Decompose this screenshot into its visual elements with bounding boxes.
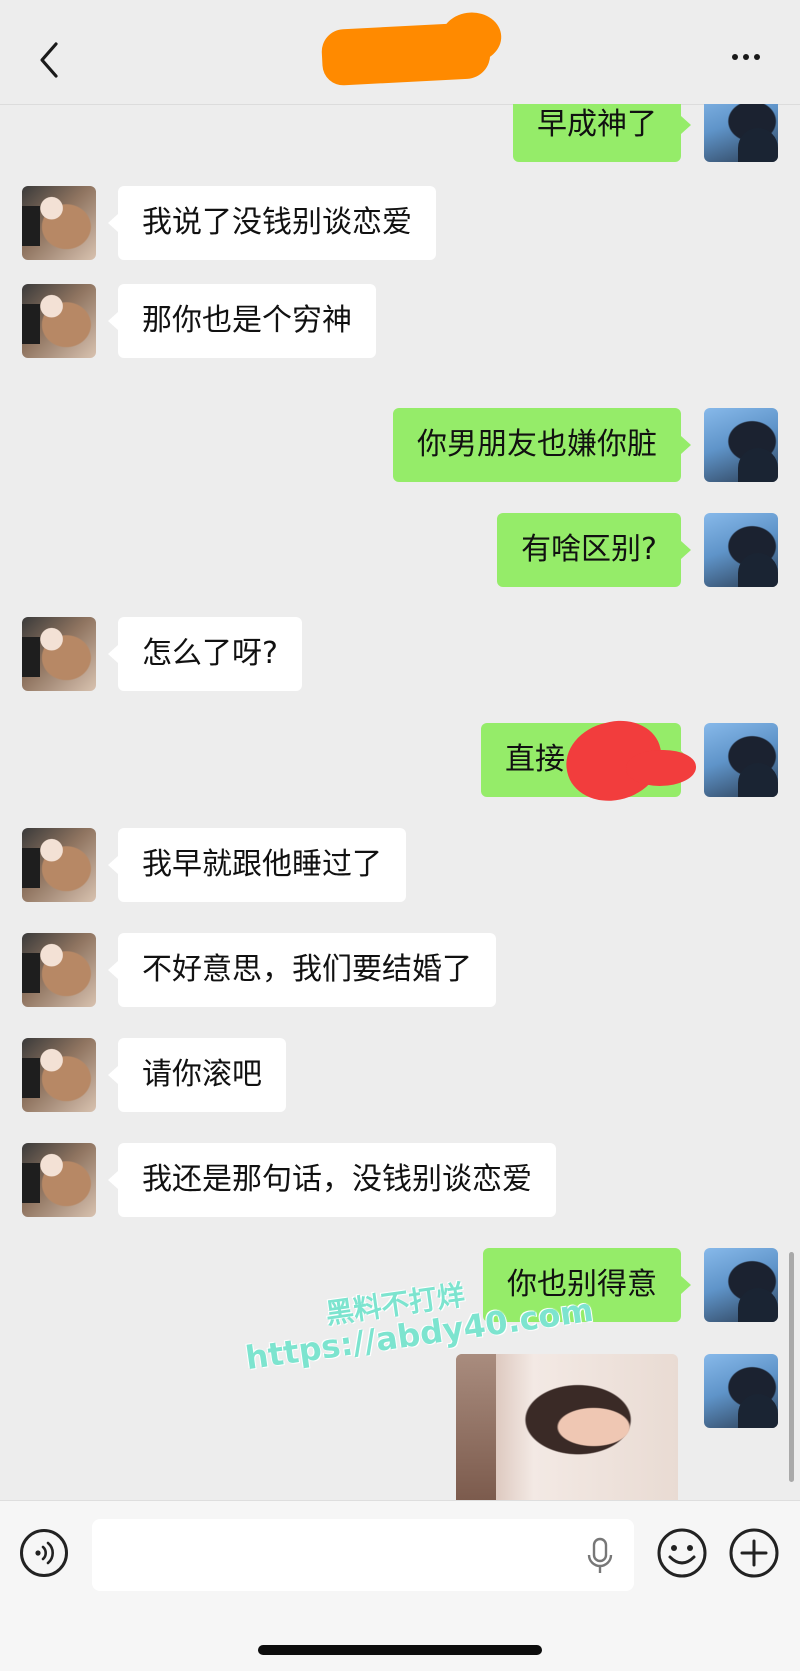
voice-icon <box>35 1541 54 1565</box>
message-bubble-outgoing[interactable]: 你男朋友也嫌你脏 <box>393 408 691 482</box>
my-avatar[interactable] <box>704 723 778 797</box>
more-dots-icon <box>732 54 738 60</box>
plus-icon <box>729 1528 779 1578</box>
emoji-button[interactable] <box>656 1527 708 1579</box>
image-message[interactable] <box>456 1354 678 1500</box>
message-bubble-outgoing[interactable]: 早成神了 <box>513 104 691 162</box>
contact-name-redaction <box>320 21 492 87</box>
my-avatar[interactable] <box>704 513 778 587</box>
chevron-left-icon <box>40 42 58 78</box>
my-avatar[interactable] <box>704 104 778 162</box>
message-input[interactable] <box>92 1519 634 1591</box>
back-button[interactable] <box>30 40 70 80</box>
message-bubble-outgoing[interactable]: 有啥区别? <box>497 513 691 587</box>
contact-avatar[interactable] <box>22 828 96 902</box>
message-bubble-incoming[interactable]: 不好意思，我们要结婚了 <box>108 933 496 1007</box>
contact-avatar[interactable] <box>22 186 96 260</box>
more-actions-button[interactable] <box>728 1527 780 1579</box>
contact-avatar[interactable] <box>22 1038 96 1112</box>
contact-avatar[interactable] <box>22 617 96 691</box>
message-bubble-incoming[interactable]: 请你滚吧 <box>108 1038 286 1112</box>
contact-avatar[interactable] <box>22 933 96 1007</box>
my-avatar[interactable] <box>704 1248 778 1322</box>
voice-toggle-button[interactable] <box>20 1529 68 1577</box>
contact-avatar[interactable] <box>22 1143 96 1217</box>
message-bubble-incoming[interactable]: 我还是那句话，没钱别谈恋爱 <box>108 1143 556 1217</box>
message-redaction <box>626 750 696 786</box>
input-bar <box>0 1500 800 1671</box>
contact-avatar[interactable] <box>22 284 96 358</box>
chat-header <box>0 0 800 105</box>
microphone-icon[interactable] <box>586 1537 614 1575</box>
my-avatar[interactable] <box>704 408 778 482</box>
message-bubble-incoming[interactable]: 我说了没钱别谈恋爱 <box>108 186 436 260</box>
message-bubble-incoming[interactable]: 那你也是个穷神 <box>108 284 376 358</box>
my-avatar[interactable] <box>704 1354 778 1428</box>
scrollbar[interactable] <box>789 1252 794 1482</box>
home-indicator[interactable] <box>258 1645 542 1655</box>
more-options-button[interactable] <box>726 48 766 68</box>
message-bubble-incoming[interactable]: 怎么了呀? <box>108 617 302 691</box>
message-bubble-incoming[interactable]: 我早就跟他睡过了 <box>108 828 406 902</box>
emoji-icon <box>657 1528 707 1578</box>
